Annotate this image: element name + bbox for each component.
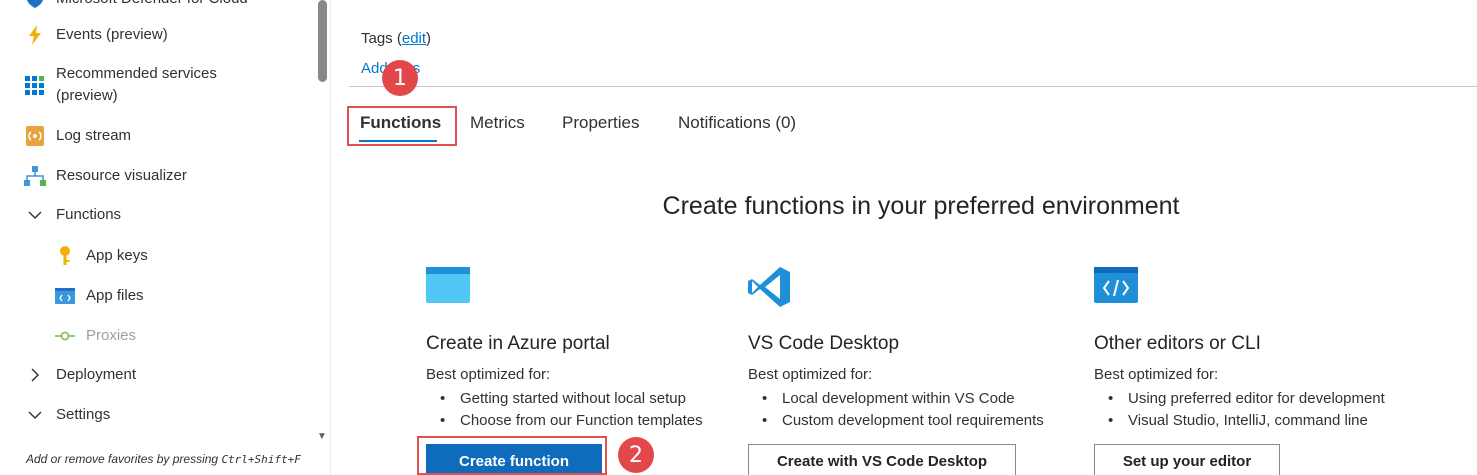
button-highlight-box bbox=[417, 436, 607, 475]
card-bullets: Getting started without local setup Choo… bbox=[426, 388, 703, 432]
card-title: Other editors or CLI bbox=[1094, 333, 1261, 354]
tab-metrics[interactable]: Metrics bbox=[470, 113, 525, 133]
list-item: Choose from our Function templates bbox=[426, 410, 703, 432]
sidebar-item-label: Settings bbox=[56, 406, 111, 423]
scroll-down-arrow-icon[interactable]: ▼ bbox=[317, 431, 327, 442]
list-item: Local development within VS Code bbox=[748, 388, 1044, 410]
chevron-down-icon bbox=[24, 204, 46, 226]
card-subtitle: Best optimized for: bbox=[426, 366, 551, 383]
sidebar-group-functions[interactable]: Functions bbox=[24, 204, 121, 226]
hierarchy-icon bbox=[24, 165, 46, 187]
sidebar-item-proxies: Proxies bbox=[54, 325, 136, 347]
shield-icon bbox=[24, 0, 46, 10]
card-title: VS Code Desktop bbox=[748, 333, 900, 354]
sidebar-item-label: Proxies bbox=[86, 327, 137, 344]
tags-close: ) bbox=[426, 30, 432, 47]
create-with-vscode-button[interactable]: Create with VS Code Desktop bbox=[748, 444, 1016, 475]
sidebar-item-label: Deployment bbox=[56, 366, 137, 383]
browser-window-icon bbox=[426, 267, 470, 308]
tags-label: Tags ( bbox=[361, 30, 402, 47]
card-bullets: Local development within VS Code Custom … bbox=[748, 388, 1044, 432]
sidebar-item-log-stream[interactable]: Log stream bbox=[24, 125, 131, 147]
main-content: Tags (edit) Add tags Functions Metrics P… bbox=[331, 0, 1477, 475]
sidebar-item-defender[interactable]: Microsoft Defender for Cloud bbox=[24, 0, 248, 10]
tags-row: Tags (edit) bbox=[361, 30, 431, 47]
sidebar-item-app-keys[interactable]: App keys bbox=[54, 245, 148, 267]
tags-edit-link[interactable]: edit bbox=[402, 30, 426, 47]
sidebar-item-label: Resource visualizer bbox=[56, 167, 187, 184]
vscode-icon bbox=[748, 265, 792, 314]
tab-highlight-box bbox=[347, 106, 457, 146]
favorites-hint: Add or remove favorites by pressing Ctrl… bbox=[26, 452, 301, 466]
code-editor-icon bbox=[1094, 267, 1138, 308]
chevron-right-icon bbox=[24, 364, 46, 386]
step-badge-1: 1 bbox=[382, 60, 418, 96]
card-subtitle: Best optimized for: bbox=[748, 366, 873, 383]
grid-icon bbox=[24, 75, 46, 97]
sidebar-item-label: Microsoft Defender for Cloud bbox=[56, 0, 248, 10]
sidebar: Microsoft Defender for Cloud Events (pre… bbox=[0, 0, 330, 475]
sidebar-scrollbar-thumb[interactable] bbox=[318, 0, 327, 82]
sidebar-item-label: Events (preview) bbox=[56, 26, 168, 43]
page-heading: Create functions in your preferred envir… bbox=[662, 192, 1180, 220]
sidebar-item-app-files[interactable]: App files bbox=[54, 285, 144, 307]
sidebar-group-deployment[interactable]: Deployment bbox=[24, 364, 136, 386]
list-item: Custom development tool requirements bbox=[748, 410, 1044, 432]
tab-notifications[interactable]: Notifications (0) bbox=[678, 113, 796, 133]
list-item: Visual Studio, IntelliJ, command line bbox=[1094, 410, 1385, 432]
proxy-icon bbox=[54, 325, 76, 347]
code-file-icon bbox=[54, 285, 76, 307]
card-bullets: Using preferred editor for development V… bbox=[1094, 388, 1385, 432]
step-badge-2: 2 bbox=[618, 437, 654, 473]
set-up-editor-button[interactable]: Set up your editor bbox=[1094, 444, 1280, 475]
sidebar-item-label: Recommended services bbox=[56, 65, 217, 82]
sidebar-item-events[interactable]: Events (preview) bbox=[24, 24, 168, 46]
key-icon bbox=[54, 245, 76, 267]
lightning-icon bbox=[24, 24, 46, 46]
log-stream-icon bbox=[24, 125, 46, 147]
sidebar-item-label: App files bbox=[86, 287, 144, 304]
chevron-down-icon bbox=[24, 404, 46, 426]
list-item: Getting started without local setup bbox=[426, 388, 703, 410]
favorites-hint-text: Add or remove favorites by pressing bbox=[26, 452, 219, 466]
divider bbox=[349, 86, 1477, 87]
sidebar-item-label: Log stream bbox=[56, 127, 132, 144]
sidebar-item-label: Functions bbox=[56, 206, 122, 223]
favorites-hint-shortcut: Ctrl+Shift+F bbox=[221, 453, 301, 466]
sidebar-item-recommended-services[interactable]: Recommended services (preview) bbox=[24, 63, 217, 107]
sidebar-item-label: App keys bbox=[86, 247, 148, 264]
sidebar-group-settings[interactable]: Settings bbox=[24, 404, 110, 426]
list-item: Using preferred editor for development bbox=[1094, 388, 1385, 410]
card-subtitle: Best optimized for: bbox=[1094, 366, 1219, 383]
card-title: Create in Azure portal bbox=[426, 333, 610, 354]
sidebar-item-label-line2: (preview) bbox=[56, 87, 118, 104]
sidebar-item-resource-visualizer[interactable]: Resource visualizer bbox=[24, 165, 187, 187]
tab-properties[interactable]: Properties bbox=[562, 113, 639, 133]
